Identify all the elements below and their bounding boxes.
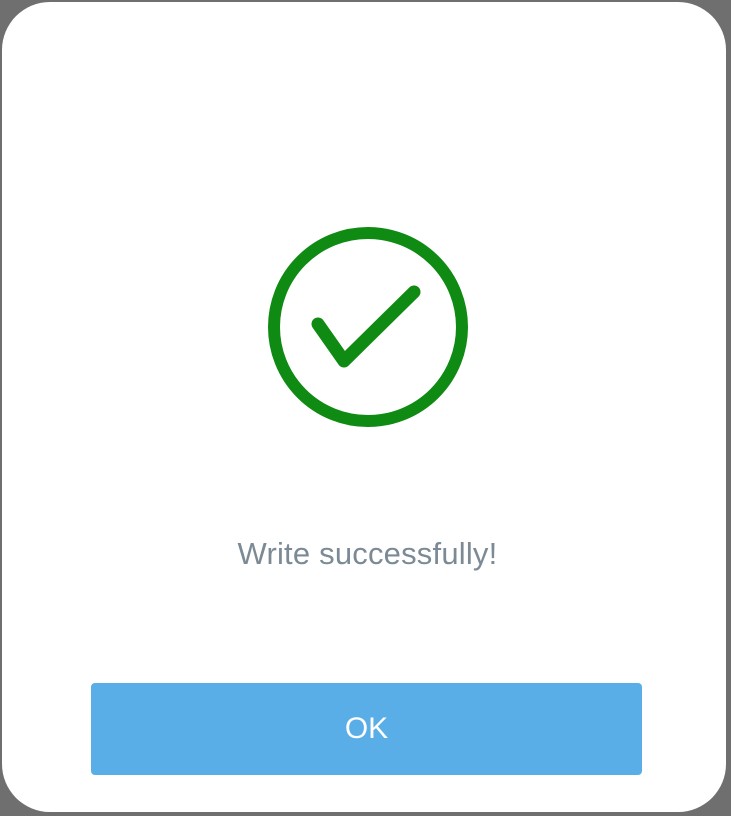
ok-button[interactable]: OK <box>91 683 642 775</box>
success-dialog: Write successfully! OK <box>2 2 726 812</box>
success-message: Write successfully! <box>237 536 498 571</box>
check-circle-icon <box>268 227 468 427</box>
